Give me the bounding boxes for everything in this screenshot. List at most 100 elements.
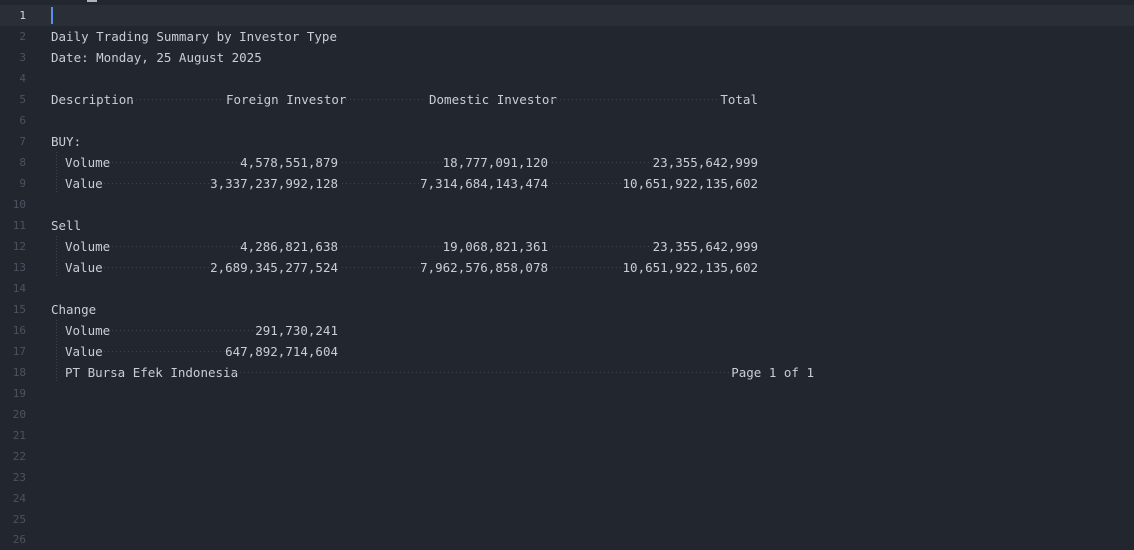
- editor-line-1[interactable]: 1: [0, 5, 1134, 26]
- editor-line-18[interactable]: 18 PT Bursa Efek Indonesia Page 1 of 1: [0, 362, 1134, 383]
- whitespace-dots: [112, 246, 244, 247]
- footer-company: PT Bursa Efek Indonesia: [65, 365, 239, 380]
- editor-line-8[interactable]: 8 Volume 4,578,551,879 18,777,091,120 23…: [0, 152, 1134, 173]
- line-number: 25: [12, 513, 26, 526]
- line-number: 15: [12, 303, 26, 316]
- section-sell-label: Sell: [51, 218, 82, 233]
- whitespace-dots: [342, 99, 425, 100]
- editor-line-2[interactable]: 2 Daily Trading Summary by Investor Type: [0, 26, 1134, 47]
- line-number: 13: [12, 261, 26, 274]
- editor-line-9[interactable]: 9 Value 3,337,237,992,128 7,314,684,143,…: [0, 173, 1134, 194]
- editor-line-26[interactable]: 26: [0, 529, 1134, 550]
- editor-line-22[interactable]: 22: [0, 446, 1134, 467]
- line-number: 12: [12, 240, 26, 253]
- whitespace-dots: [104, 183, 216, 184]
- editor-line-7[interactable]: 7 BUY:: [0, 131, 1134, 152]
- header-domestic: Domestic Investor: [429, 92, 557, 107]
- change-volume-label: Volume: [65, 323, 111, 338]
- editor-line-24[interactable]: 24: [0, 488, 1134, 509]
- line-number: 1: [19, 9, 26, 22]
- editor-line-21[interactable]: 21: [0, 425, 1134, 446]
- indent-guide: [56, 320, 57, 341]
- whitespace-dots: [342, 162, 447, 163]
- editor-line-25[interactable]: 25: [0, 509, 1134, 530]
- section-change-label: Change: [51, 302, 97, 317]
- change-value-label: Value: [65, 344, 103, 359]
- whitespace-dots: [132, 99, 222, 100]
- sell-value-domestic: 7,962,576,858,078: [420, 260, 548, 275]
- line-number: 18: [12, 366, 26, 379]
- line-number: 22: [12, 450, 26, 463]
- editor-line-6[interactable]: 6: [0, 110, 1134, 131]
- line-number: 5: [19, 93, 26, 106]
- editor-line-10[interactable]: 10: [0, 194, 1134, 215]
- editor-line-13[interactable]: 13 Value 2,689,345,277,524 7,962,576,858…: [0, 257, 1134, 278]
- header-total: Total: [720, 92, 758, 107]
- whitespace-dots: [112, 162, 244, 163]
- whitespace-dots: [552, 183, 628, 184]
- buy-volume-total: 23,355,642,999: [652, 155, 758, 170]
- line-number: 21: [12, 429, 26, 442]
- editor-line-17[interactable]: 17 Value 647,892,714,604: [0, 341, 1134, 362]
- editor-line-11[interactable]: 11 Sell: [0, 215, 1134, 236]
- editor-line-14[interactable]: 14: [0, 278, 1134, 299]
- line-number: 16: [12, 324, 26, 337]
- sell-volume-domestic: 19,068,821,361: [442, 239, 548, 254]
- line-number: 26: [12, 533, 26, 546]
- indent-guide: [56, 257, 57, 278]
- line-number: 7: [19, 135, 26, 148]
- line-number: 9: [19, 177, 26, 190]
- footer-page: Page 1 of 1: [731, 365, 814, 380]
- buy-volume-foreign: 4,578,551,879: [240, 155, 338, 170]
- sell-value-total: 10,651,922,135,602: [622, 260, 758, 275]
- report-title: Daily Trading Summary by Investor Type: [51, 29, 337, 44]
- buy-value-label: Value: [65, 176, 103, 191]
- indent-guide: [56, 173, 57, 194]
- line-number: 14: [12, 282, 26, 295]
- editor-line-19[interactable]: 19: [0, 383, 1134, 404]
- section-buy-label: BUY:: [51, 134, 82, 149]
- whitespace-dots: [342, 183, 425, 184]
- editor-line-5[interactable]: 5 Description Foreign Investor Domestic …: [0, 89, 1134, 110]
- header-description: Description: [51, 92, 134, 107]
- whitespace-dots: [552, 267, 628, 268]
- editor-line-3[interactable]: 3 Date: Monday, 25 August 2025: [0, 47, 1134, 68]
- text-editor[interactable]: 1 2 Daily Trading Summary by Investor Ty…: [0, 0, 1134, 550]
- line-number: 4: [19, 72, 26, 85]
- editor-line-23[interactable]: 23: [0, 467, 1134, 488]
- buy-value-domestic: 7,314,684,143,474: [420, 176, 548, 191]
- whitespace-dots: [552, 162, 657, 163]
- line-number: 11: [12, 219, 26, 232]
- whitespace-dots: [342, 246, 447, 247]
- whitespace-dots: [552, 99, 719, 100]
- buy-volume-domestic: 18,777,091,120: [442, 155, 548, 170]
- line-number: 8: [19, 156, 26, 169]
- buy-volume-label: Volume: [65, 155, 111, 170]
- whitespace-dots: [104, 351, 230, 352]
- change-value-foreign: 647,892,714,604: [225, 344, 338, 359]
- buy-value-foreign: 3,337,237,992,128: [210, 176, 338, 191]
- line-number: 10: [12, 198, 26, 211]
- line-number: 24: [12, 492, 26, 505]
- indent-guide: [56, 362, 57, 383]
- sell-value-label: Value: [65, 260, 103, 275]
- indent-guide: [56, 341, 57, 362]
- editor-line-4[interactable]: 4: [0, 68, 1134, 89]
- sell-volume-foreign: 4,286,821,638: [240, 239, 338, 254]
- change-volume-foreign: 291,730,241: [255, 323, 338, 338]
- sell-volume-total: 23,355,642,999: [652, 239, 758, 254]
- editor-line-16[interactable]: 16 Volume 291,730,241: [0, 320, 1134, 341]
- whitespace-dots: [552, 246, 657, 247]
- sell-value-foreign: 2,689,345,277,524: [210, 260, 338, 275]
- line-number: 20: [12, 408, 26, 421]
- whitespace-dots: [112, 330, 258, 331]
- indent-guide: [56, 152, 57, 173]
- editor-line-12[interactable]: 12 Volume 4,286,821,638 19,068,821,361 2…: [0, 236, 1134, 257]
- line-number: 23: [12, 471, 26, 484]
- line-number: 6: [19, 114, 26, 127]
- editor-line-15[interactable]: 15 Change: [0, 299, 1134, 320]
- editor-line-20[interactable]: 20: [0, 404, 1134, 425]
- header-foreign: Foreign Investor: [226, 92, 347, 107]
- buy-value-total: 10,651,922,135,602: [622, 176, 758, 191]
- text-caret: [51, 7, 53, 24]
